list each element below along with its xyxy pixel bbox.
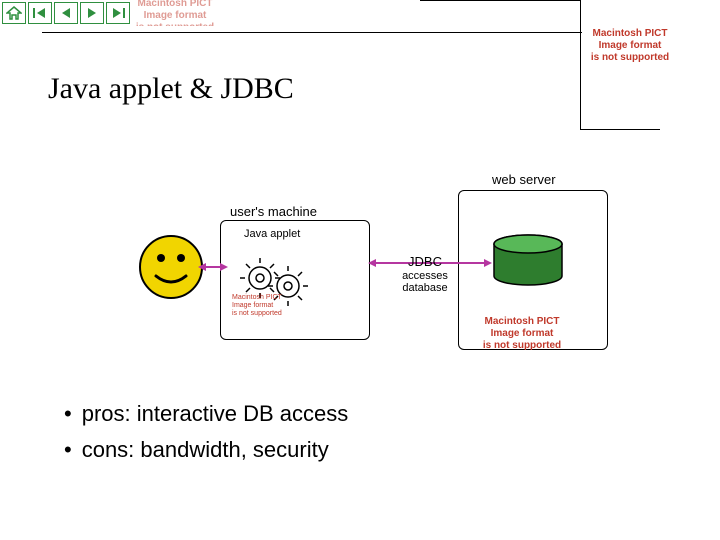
pict-unsupported-msg: Macintosh PICT Image format is not suppo…: [462, 316, 582, 352]
home-icon: [6, 6, 22, 20]
last-button[interactable]: [106, 2, 130, 24]
user-applet-arrow: [198, 260, 228, 274]
slide-title: Java applet & JDBC: [48, 72, 294, 106]
prev-icon: [58, 6, 74, 20]
next-button[interactable]: [80, 2, 104, 24]
pict-unsupported-msg: Macintosh PICT Image format is not suppo…: [570, 28, 690, 64]
bullet-cons-text: cons: bandwidth, security: [82, 432, 329, 468]
java-applet-label: Java applet: [244, 228, 300, 240]
bullet-pros: • pros: interactive DB access: [64, 396, 348, 432]
accesses-label: accesses: [390, 270, 460, 282]
user-machine-label: user's machine: [230, 204, 317, 219]
bullet-pros-text: pros: interactive DB access: [82, 396, 349, 432]
user-smiley-icon: [138, 234, 204, 300]
architecture-diagram: web server user's machine Java applet: [0, 156, 720, 366]
first-icon: [32, 6, 48, 20]
slide-border-fragment: [580, 0, 660, 130]
nav-toolbar: [2, 2, 130, 24]
next-icon: [84, 6, 100, 20]
web-server-label: web server: [492, 172, 556, 187]
top-rule-right: [420, 0, 580, 1]
bullet-cons: • cons: bandwidth, security: [64, 432, 348, 468]
home-button[interactable]: [2, 2, 26, 24]
bullet-dot-icon: •: [64, 396, 72, 432]
database-label: database: [390, 282, 460, 294]
pict-unsupported-tiny: Macintosh PICT Image format is not suppo…: [232, 294, 282, 318]
last-icon: [110, 6, 126, 20]
jdbc-label: JDBC: [390, 254, 460, 269]
first-button[interactable]: [28, 2, 52, 24]
top-rule: [42, 32, 582, 33]
pict-unsupported-msg: Macintosh PICT Image format is not suppo…: [135, 0, 215, 26]
prev-button[interactable]: [54, 2, 78, 24]
bullet-dot-icon: •: [64, 432, 72, 468]
database-icon: [488, 234, 568, 286]
bullet-list: • pros: interactive DB access • cons: ba…: [64, 396, 348, 468]
